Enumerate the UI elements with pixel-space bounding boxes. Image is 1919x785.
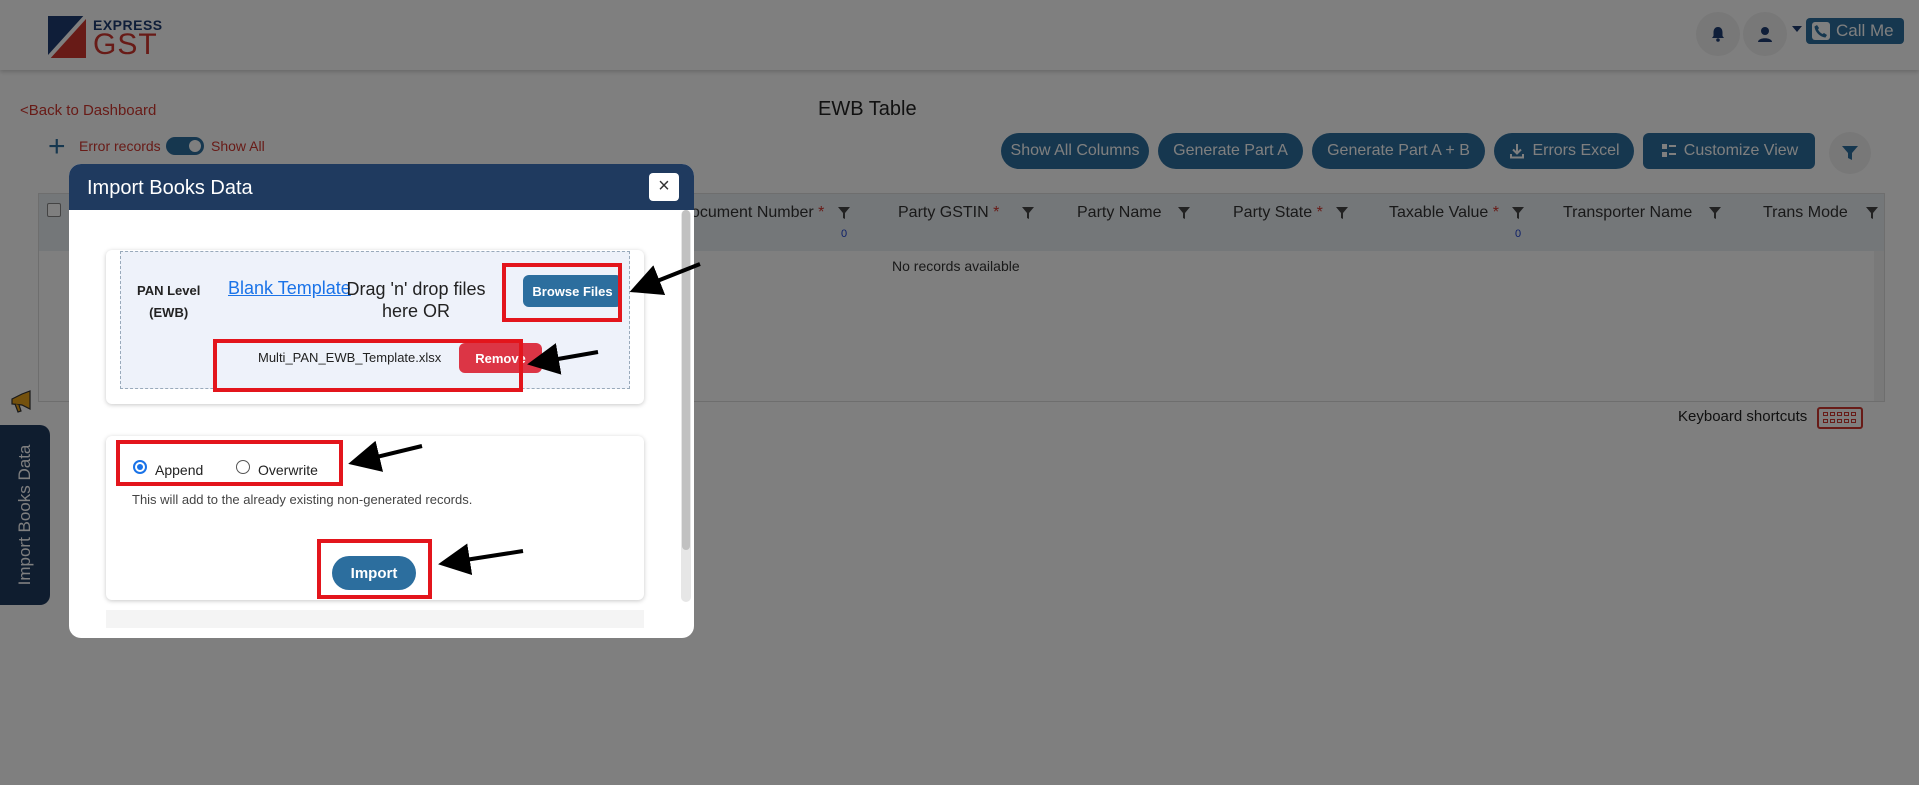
- annotation-arrows: [348, 262, 701, 576]
- arrow-import: [438, 543, 524, 576]
- arrow-remove: [527, 343, 599, 375]
- arrow-browse: [629, 262, 701, 296]
- arrow-radios: [348, 440, 423, 472]
